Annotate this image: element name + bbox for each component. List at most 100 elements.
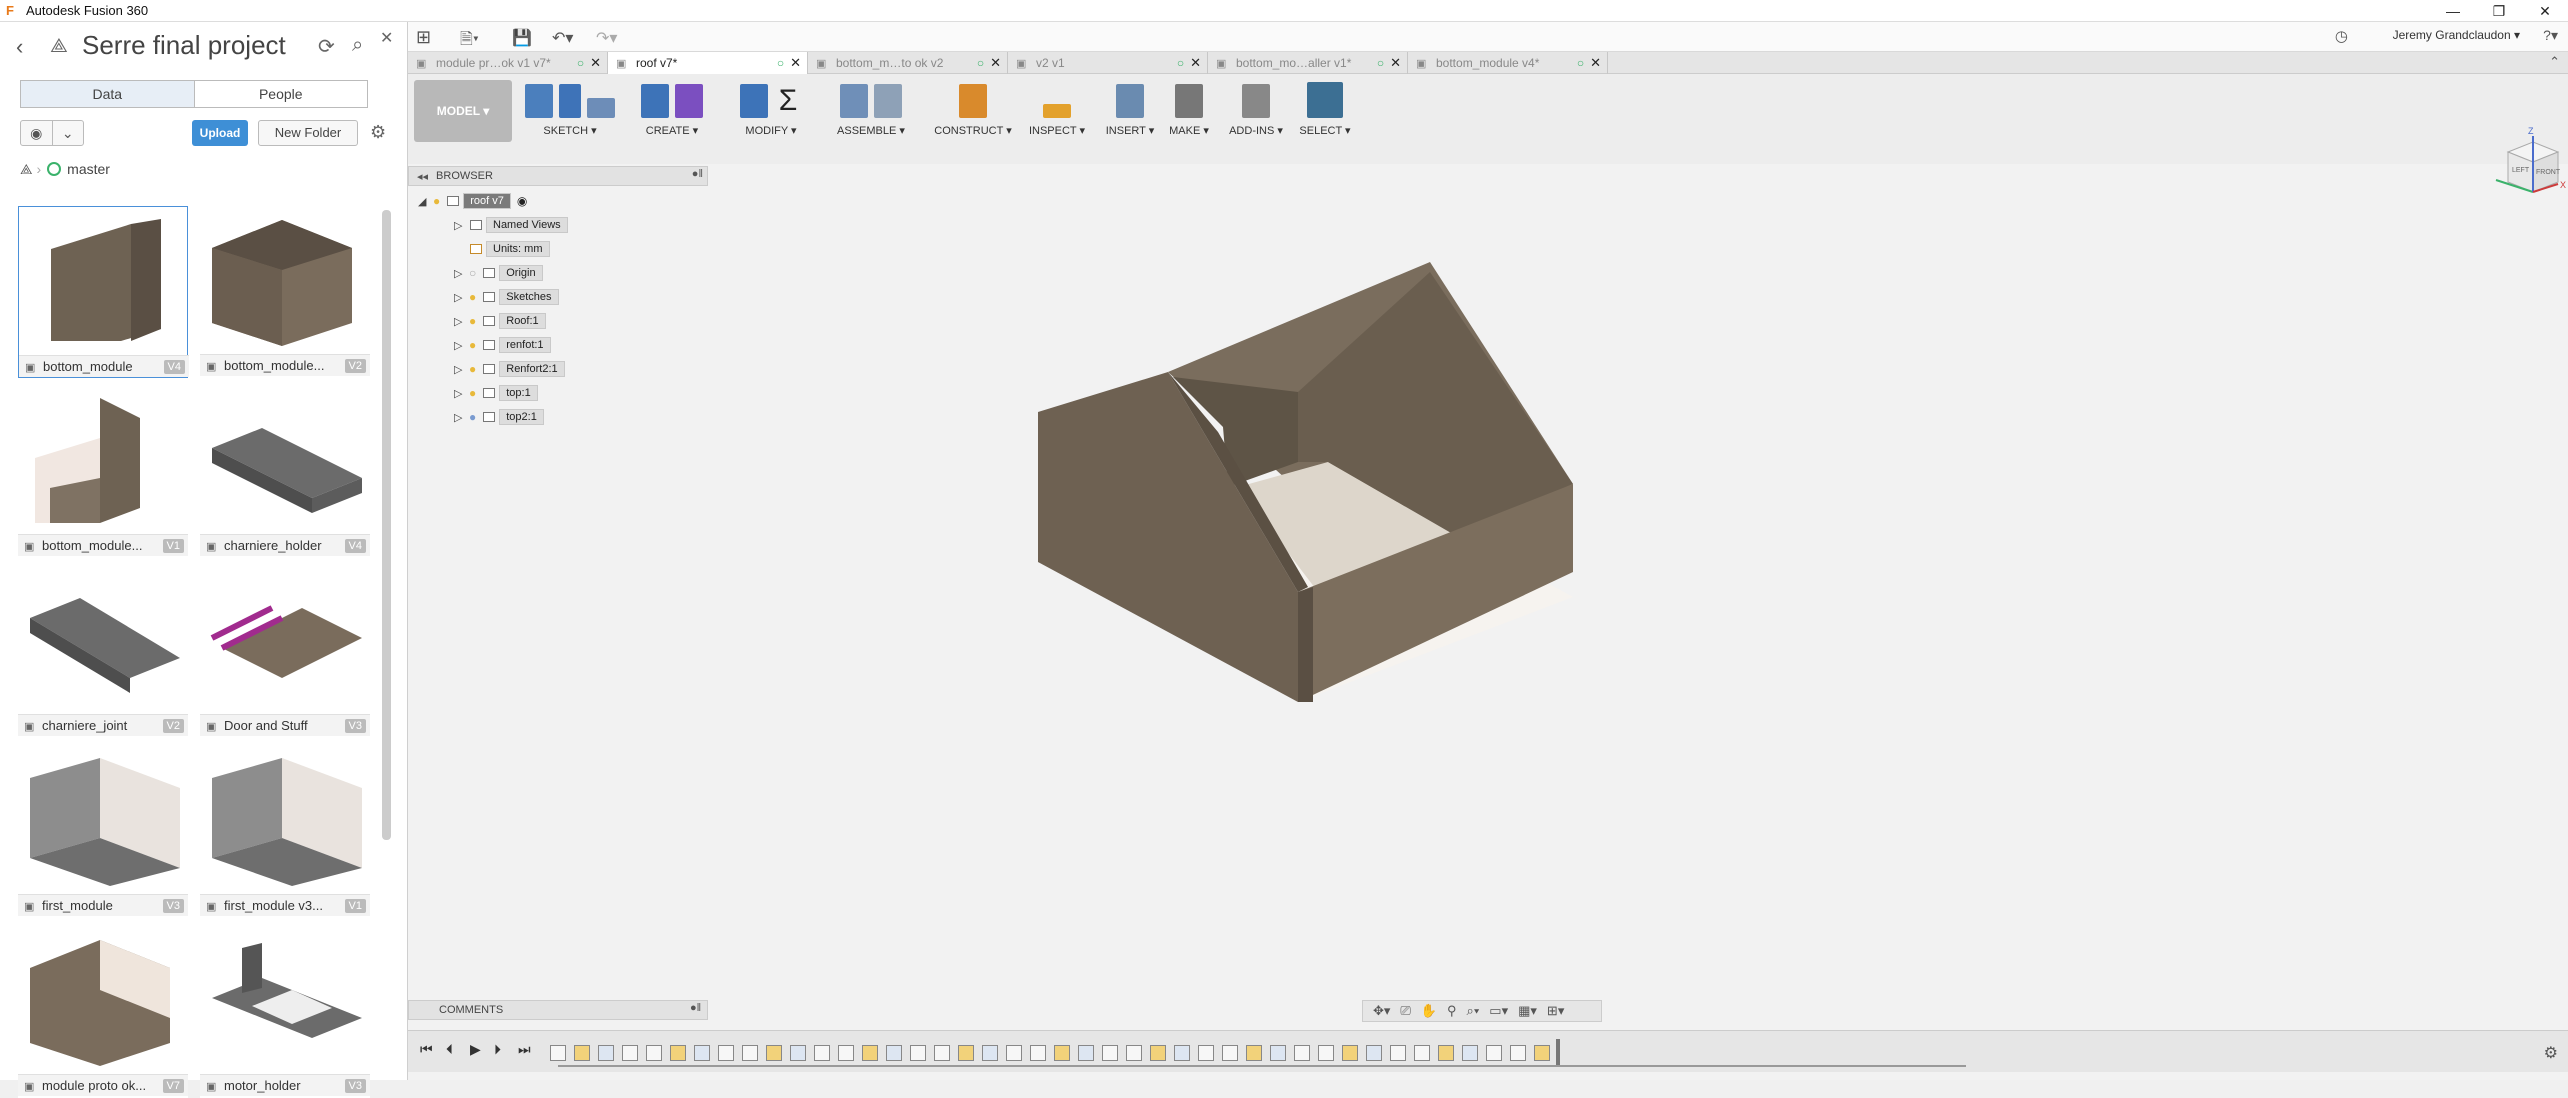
file-card[interactable]: ▣ bottom_module... V1 (18, 386, 188, 558)
browser-panel-header[interactable]: ◂◂ BROWSER ●‖ (408, 166, 708, 186)
tab-overflow-icon[interactable]: ⌃ (2549, 54, 2560, 70)
document-tab[interactable]: ▣ bottom_module v4* ○ ✕ (1408, 52, 1608, 74)
save-icon[interactable]: 💾 (512, 28, 532, 48)
timeline-feature-icon[interactable] (550, 1045, 566, 1061)
look-at-icon[interactable]: ⎚ (1400, 1003, 1410, 1019)
timeline-feature-icon[interactable] (1078, 1045, 1094, 1061)
tab-people[interactable]: People (193, 81, 368, 107)
expand-icon[interactable]: ▷ (454, 363, 466, 376)
close-tab-icon[interactable]: ✕ (790, 55, 801, 71)
zoom-icon[interactable]: ⚲ (1447, 1003, 1457, 1019)
view-cube[interactable]: Z LEFT FRONT X (2488, 122, 2568, 202)
visibility-dropdown[interactable]: ◉ ⌄ (20, 120, 84, 146)
comments-panel[interactable]: COMMENTS (408, 1000, 708, 1020)
tree-node[interactable]: ▷ ● top:1 (454, 384, 538, 402)
timeline-settings-icon[interactable]: ⚙ (2544, 1043, 2558, 1063)
tab-data[interactable]: Data (21, 81, 194, 107)
timeline-feature-icon[interactable] (1222, 1045, 1238, 1061)
tree-node[interactable]: ▷ ● Renfort2:1 (454, 360, 565, 378)
pan-icon[interactable]: ✋ (1421, 1003, 1437, 1019)
timeline-feature-icon[interactable] (1438, 1045, 1454, 1061)
app-grid-icon[interactable]: ⊞ (416, 27, 431, 48)
expand-icon[interactable]: ▷ (454, 219, 466, 232)
expand-icon[interactable]: ▷ (454, 267, 466, 280)
timeline-feature-icon[interactable] (1198, 1045, 1214, 1061)
file-card[interactable]: ▣ first_module V3 (18, 746, 188, 918)
tree-root[interactable]: ◢ ● roof v7 ◉ (418, 192, 527, 210)
timeline-feature-icon[interactable] (646, 1045, 662, 1061)
timeline-play-icon[interactable]: ▶ (470, 1041, 481, 1058)
visibility-bulb-icon[interactable]: ● (469, 338, 476, 352)
new-folder-button[interactable]: New Folder (258, 120, 358, 146)
timeline-feature-icon[interactable] (1486, 1045, 1502, 1061)
timeline-feature-icon[interactable] (598, 1045, 614, 1061)
ribbon-group-insert[interactable]: INSERT ▾ (1098, 78, 1162, 148)
tree-node[interactable]: Units: mm (454, 240, 550, 258)
timeline-feature-icon[interactable] (622, 1045, 638, 1061)
timeline-feature-icon[interactable] (1246, 1045, 1262, 1061)
timeline-feature-icon[interactable] (1102, 1045, 1118, 1061)
timeline-feature-icon[interactable] (1342, 1045, 1358, 1061)
zoom-window-icon[interactable]: ⌕▾ (1467, 1003, 1480, 1019)
back-arrow-icon[interactable]: ‹ (16, 34, 23, 60)
visibility-bulb-icon[interactable]: ● (433, 194, 440, 208)
hub-icon[interactable]: ⟁ (20, 161, 33, 178)
minimize-button[interactable]: — (2430, 0, 2476, 22)
expand-icon[interactable]: ▷ (454, 315, 466, 328)
orbit-icon[interactable]: ✥▾ (1373, 1003, 1390, 1019)
timeline-feature-icon[interactable] (1174, 1045, 1190, 1061)
timeline-feature-icon[interactable] (886, 1045, 902, 1061)
tree-node[interactable]: ▷ ● top2:1 (454, 408, 544, 426)
timeline-feature-icon[interactable] (1294, 1045, 1310, 1061)
tree-node[interactable]: ▷ ○ Origin (454, 264, 543, 282)
3d-model-roof[interactable] (1028, 262, 1648, 702)
expand-icon[interactable]: ▷ (454, 339, 466, 352)
timeline-feature-icon[interactable] (814, 1045, 830, 1061)
document-tab[interactable]: ▣ v2 v1 ○ ✕ (1008, 52, 1208, 74)
refresh-icon[interactable]: ⟳ (318, 34, 335, 59)
restore-button[interactable]: ❐ (2476, 0, 2522, 22)
activate-icon[interactable]: ◉ (517, 194, 527, 208)
ribbon-group-assemble[interactable]: ASSEMBLE ▾ (828, 78, 914, 148)
file-card[interactable]: ▣ charniere_holder V4 (200, 386, 370, 558)
close-tab-icon[interactable]: ✕ (990, 55, 1001, 71)
timeline-feature-icon[interactable] (1414, 1045, 1430, 1061)
file-grid-scrollbar[interactable] (382, 210, 391, 840)
file-card[interactable]: ▣ bottom_module V4 (18, 206, 189, 378)
ribbon-group-modify[interactable]: Σ MODIFY ▾ (734, 78, 808, 148)
visibility-bulb-icon[interactable]: ● (469, 386, 476, 400)
timeline-feature-icon[interactable] (766, 1045, 782, 1061)
workspace-switcher[interactable]: MODEL ▾ (414, 80, 512, 142)
timeline-next-icon[interactable]: ⏵ (494, 1041, 501, 1058)
document-tab-active[interactable]: ▣ roof v7* ○ ✕ (608, 52, 808, 74)
timeline-feature-icon[interactable] (1030, 1045, 1046, 1061)
timeline-feature-icon[interactable] (910, 1045, 926, 1061)
file-card[interactable]: ▣ charniere_joint V2 (18, 566, 188, 738)
comments-pin-icon[interactable]: ●‖ (690, 1002, 701, 1014)
timeline-feature-icon[interactable] (670, 1045, 686, 1061)
redo-icon[interactable]: ↷▾ (596, 28, 617, 48)
search-icon[interactable]: ⌕ (352, 34, 363, 57)
timeline-feature-icon[interactable] (958, 1045, 974, 1061)
close-tab-icon[interactable]: ✕ (1590, 55, 1601, 71)
timeline-feature-icon[interactable] (934, 1045, 950, 1061)
tree-node[interactable]: ▷ Named Views (454, 216, 568, 234)
timeline-feature-icon[interactable] (574, 1045, 590, 1061)
close-tab-icon[interactable]: ✕ (1390, 55, 1401, 71)
ribbon-group-make[interactable]: MAKE ▾ (1158, 78, 1220, 148)
file-card[interactable]: ▣ Door and Stuff V3 (200, 566, 370, 738)
undo-icon[interactable]: ↶▾ (552, 28, 573, 48)
timeline-feature-icon[interactable] (838, 1045, 854, 1061)
timeline-feature-icon[interactable] (790, 1045, 806, 1061)
ribbon-group-create[interactable]: CREATE ▾ (630, 78, 714, 148)
display-settings-icon[interactable]: ▭▾ (1489, 1003, 1508, 1019)
user-menu[interactable]: Jeremy Grandclaudon ▾ (2393, 28, 2520, 42)
ribbon-group-construct[interactable]: CONSTRUCT ▾ (930, 78, 1016, 148)
file-card[interactable]: ▣ motor_holder V3 (200, 926, 370, 1098)
timeline-marker[interactable] (1556, 1039, 1560, 1065)
collapse-icon[interactable]: ◂◂ (417, 170, 428, 183)
timeline-feature-icon[interactable] (1462, 1045, 1478, 1061)
file-menu-icon[interactable]: 🗎▾ (460, 28, 479, 55)
tree-node[interactable]: ▷ ● renfot:1 (454, 336, 551, 354)
breadcrumb-branch[interactable]: master (67, 161, 110, 177)
